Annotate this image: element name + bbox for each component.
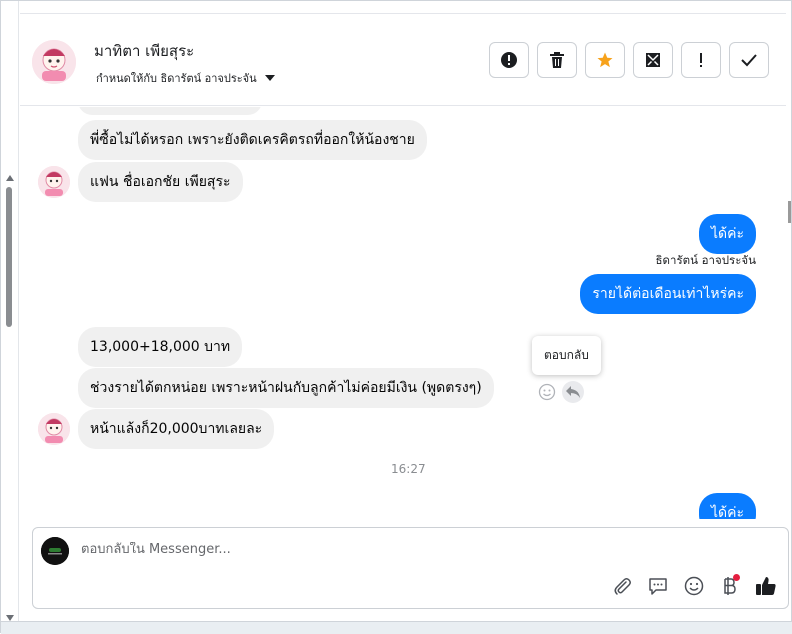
message-thread: พี่ซื้อไม่ได้หรอก เพราะยังติดเครคิตรถที่… xyxy=(20,107,786,519)
conversation-header: มาทิตา เพียสุระ กำหนดให้กับ ธิดารัตน์ อา… xyxy=(20,13,786,106)
payment-button[interactable] xyxy=(717,574,741,598)
emoji-icon xyxy=(684,576,704,596)
delete-button[interactable] xyxy=(537,42,577,78)
reply-button[interactable] xyxy=(562,381,584,403)
message-bubble-clipped[interactable] xyxy=(78,107,262,115)
exclamation-circle-icon xyxy=(501,52,517,68)
message-timestamp: 16:27 xyxy=(391,462,426,476)
message-bubble-incoming[interactable]: แฟน ชื่อเอกชัย เพียสุระ xyxy=(78,162,243,202)
check-icon xyxy=(741,54,757,67)
notification-dot xyxy=(733,574,740,581)
message-actions xyxy=(536,381,584,403)
message-input[interactable] xyxy=(81,542,581,557)
contact-avatar[interactable] xyxy=(32,40,76,84)
attach-button[interactable] xyxy=(610,574,634,598)
reply-composer xyxy=(32,527,789,609)
paperclip-icon xyxy=(614,578,631,595)
saved-reply-button[interactable] xyxy=(646,574,670,598)
react-button[interactable] xyxy=(536,381,558,403)
mark-unread-button[interactable] xyxy=(633,42,673,78)
contact-avatar-small xyxy=(38,413,70,445)
reply-tooltip: ตอบกลับ xyxy=(532,336,601,375)
chevron-down-icon xyxy=(264,75,275,81)
contact-avatar-small xyxy=(38,166,70,198)
message-bubble-incoming[interactable]: หน้าแล้งก็20,000บาทเลยละ xyxy=(78,409,275,449)
message-bubble-incoming[interactable]: 13,000+18,000 บาท xyxy=(78,327,243,367)
message-bubble-outgoing[interactable]: ได้ค่ะ xyxy=(698,493,756,519)
assignee-label: กำหนดให้กับ ธิดารัตน์ อาจประจัน xyxy=(96,72,257,85)
scroll-thumb[interactable] xyxy=(6,187,12,327)
star-icon xyxy=(597,52,613,68)
message-bubble-incoming[interactable]: พี่ซื้อไม่ได้หรอก เพราะยังติดเครคิตรถที่… xyxy=(78,120,427,160)
follow-up-button[interactable] xyxy=(681,42,721,78)
sender-label: ธิดารัตน์ อาจประจัน xyxy=(655,253,756,267)
exclamation-icon xyxy=(700,53,702,67)
trash-icon xyxy=(550,52,564,68)
scrollbar[interactable] xyxy=(4,171,14,621)
message-bubble-outgoing[interactable]: รายได้ต่อเดือนเท่าไหร่คะ xyxy=(580,274,756,314)
saved-reply-icon xyxy=(649,578,667,595)
page-avatar xyxy=(41,537,69,565)
reply-arrow-icon xyxy=(566,386,580,398)
smiley-icon xyxy=(538,383,556,401)
status-bar xyxy=(1,621,792,634)
left-gutter xyxy=(1,1,19,634)
report-spam-button[interactable] xyxy=(489,42,529,78)
assignee-dropdown[interactable]: กำหนดให้กับ ธิดารัตน์ อาจประจัน xyxy=(96,69,275,87)
envelope-icon xyxy=(646,53,660,67)
contact-name[interactable]: มาทิตา เพียสุระ xyxy=(94,39,194,63)
mark-done-button[interactable] xyxy=(729,42,769,78)
scroll-up-arrow[interactable] xyxy=(6,175,14,181)
emoji-button[interactable] xyxy=(682,574,706,598)
star-button[interactable] xyxy=(585,42,625,78)
like-button[interactable] xyxy=(754,574,778,598)
message-bubble-outgoing[interactable]: ได้ค่ะ xyxy=(698,214,756,254)
like-icon xyxy=(756,577,776,595)
resize-handle[interactable] xyxy=(788,201,791,223)
message-bubble-incoming[interactable]: ช่วงรายได้ตกหน่อย เพราะหน้าฝนกับลูกค้าไม… xyxy=(78,368,494,408)
messenger-window: มาทิตา เพียสุระ กำหนดให้กับ ธิดารัตน์ อา… xyxy=(0,0,792,634)
